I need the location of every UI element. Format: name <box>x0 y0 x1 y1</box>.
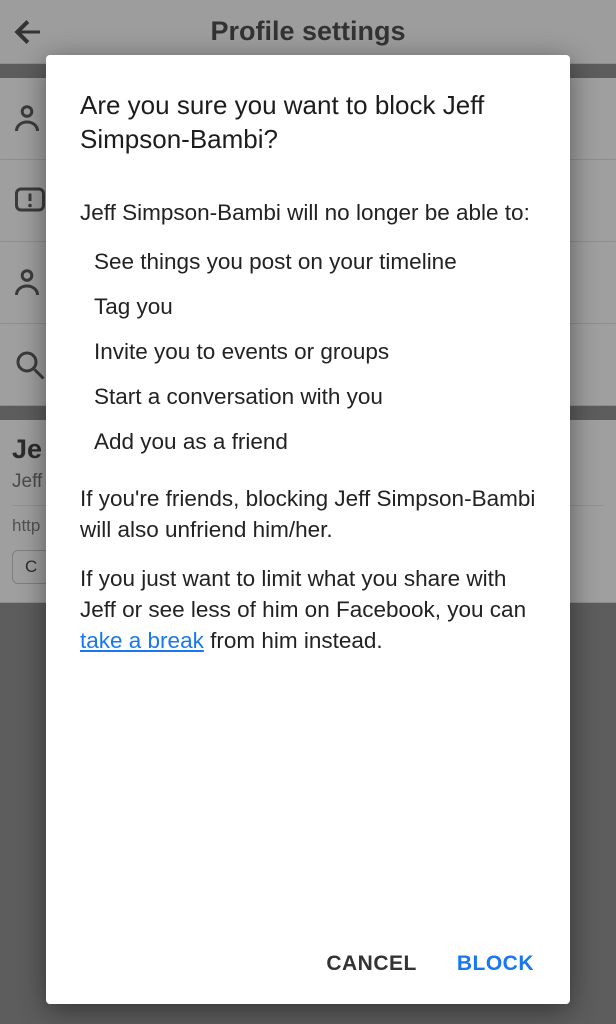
list-item: Invite you to events or groups <box>94 336 542 367</box>
limit-note-prefix: If you just want to limit what you share… <box>80 566 526 622</box>
list-item: Tag you <box>94 291 542 322</box>
dialog-title: Are you sure you want to block Jeff Simp… <box>80 89 542 157</box>
consequence-list: See things you post on your timeline Tag… <box>80 246 542 457</box>
list-item: Start a conversation with you <box>94 381 542 412</box>
cancel-button[interactable]: CANCEL <box>326 952 417 976</box>
list-item: See things you post on your timeline <box>94 246 542 277</box>
take-a-break-link[interactable]: take a break <box>80 628 204 653</box>
limit-note: If you just want to limit what you share… <box>80 563 542 656</box>
list-item: Add you as a friend <box>94 426 542 457</box>
unfriend-note: If you're friends, blocking Jeff Simpson… <box>80 483 542 545</box>
block-confirm-dialog: Are you sure you want to block Jeff Simp… <box>46 55 570 1004</box>
dialog-lead: Jeff Simpson-Bambi will no longer be abl… <box>80 197 542 228</box>
dialog-body: Jeff Simpson-Bambi will no longer be abl… <box>80 197 542 940</box>
dialog-actions: CANCEL BLOCK <box>80 940 542 984</box>
limit-note-suffix: from him instead. <box>204 628 383 653</box>
block-button[interactable]: BLOCK <box>457 952 534 976</box>
